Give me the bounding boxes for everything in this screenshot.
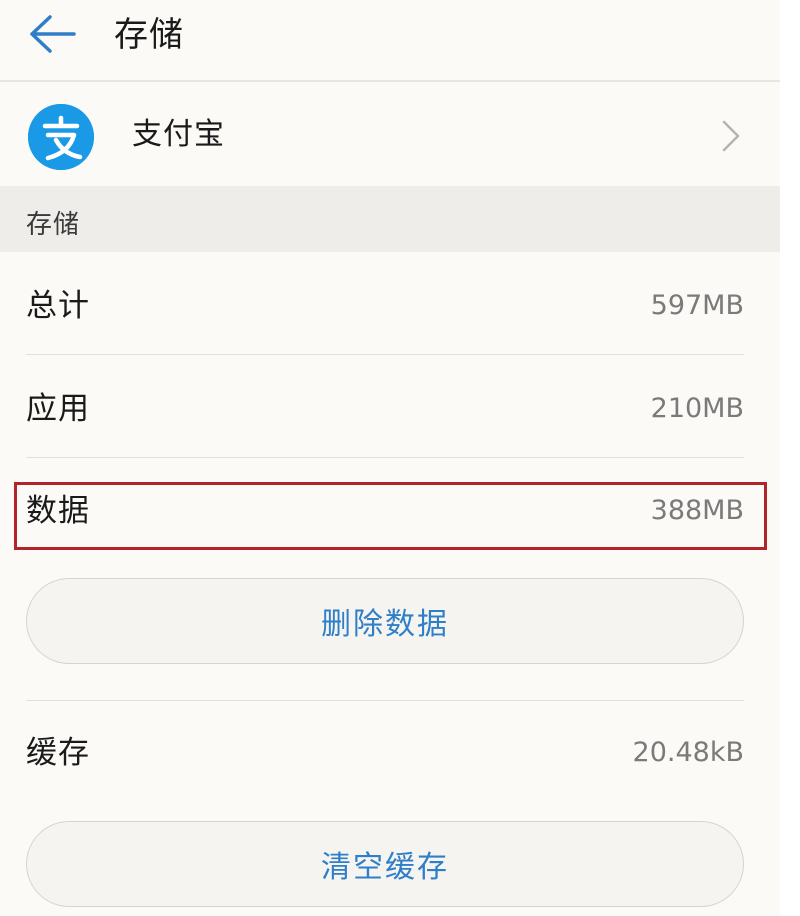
app-name: 支付宝 (132, 117, 225, 152)
screen-edge (780, 0, 800, 916)
divider (26, 457, 744, 458)
divider (26, 354, 744, 355)
chevron-right-icon (718, 118, 744, 154)
top-app-bar: 存储 (0, 0, 780, 82)
cache-value: 20.48kB (632, 737, 744, 768)
total-value: 597MB (650, 290, 744, 321)
page-title: 存储 (114, 15, 184, 55)
section-header-label: 存储 (26, 210, 81, 240)
clear-cache-button[interactable]: 清空缓存 (26, 821, 744, 907)
app-info-row[interactable]: 支付宝 (0, 82, 780, 186)
app-size-value: 210MB (650, 393, 744, 424)
data-size-label: 数据 (26, 493, 90, 529)
alipay-logo-icon (28, 104, 94, 170)
divider (26, 700, 744, 701)
data-size-value: 388MB (650, 495, 744, 526)
app-size-label: 应用 (26, 391, 90, 427)
back-arrow-icon[interactable] (28, 12, 78, 56)
cache-label: 缓存 (26, 735, 90, 771)
total-label: 总计 (26, 288, 90, 324)
section-header (0, 186, 780, 252)
delete-data-button[interactable]: 删除数据 (26, 578, 744, 664)
